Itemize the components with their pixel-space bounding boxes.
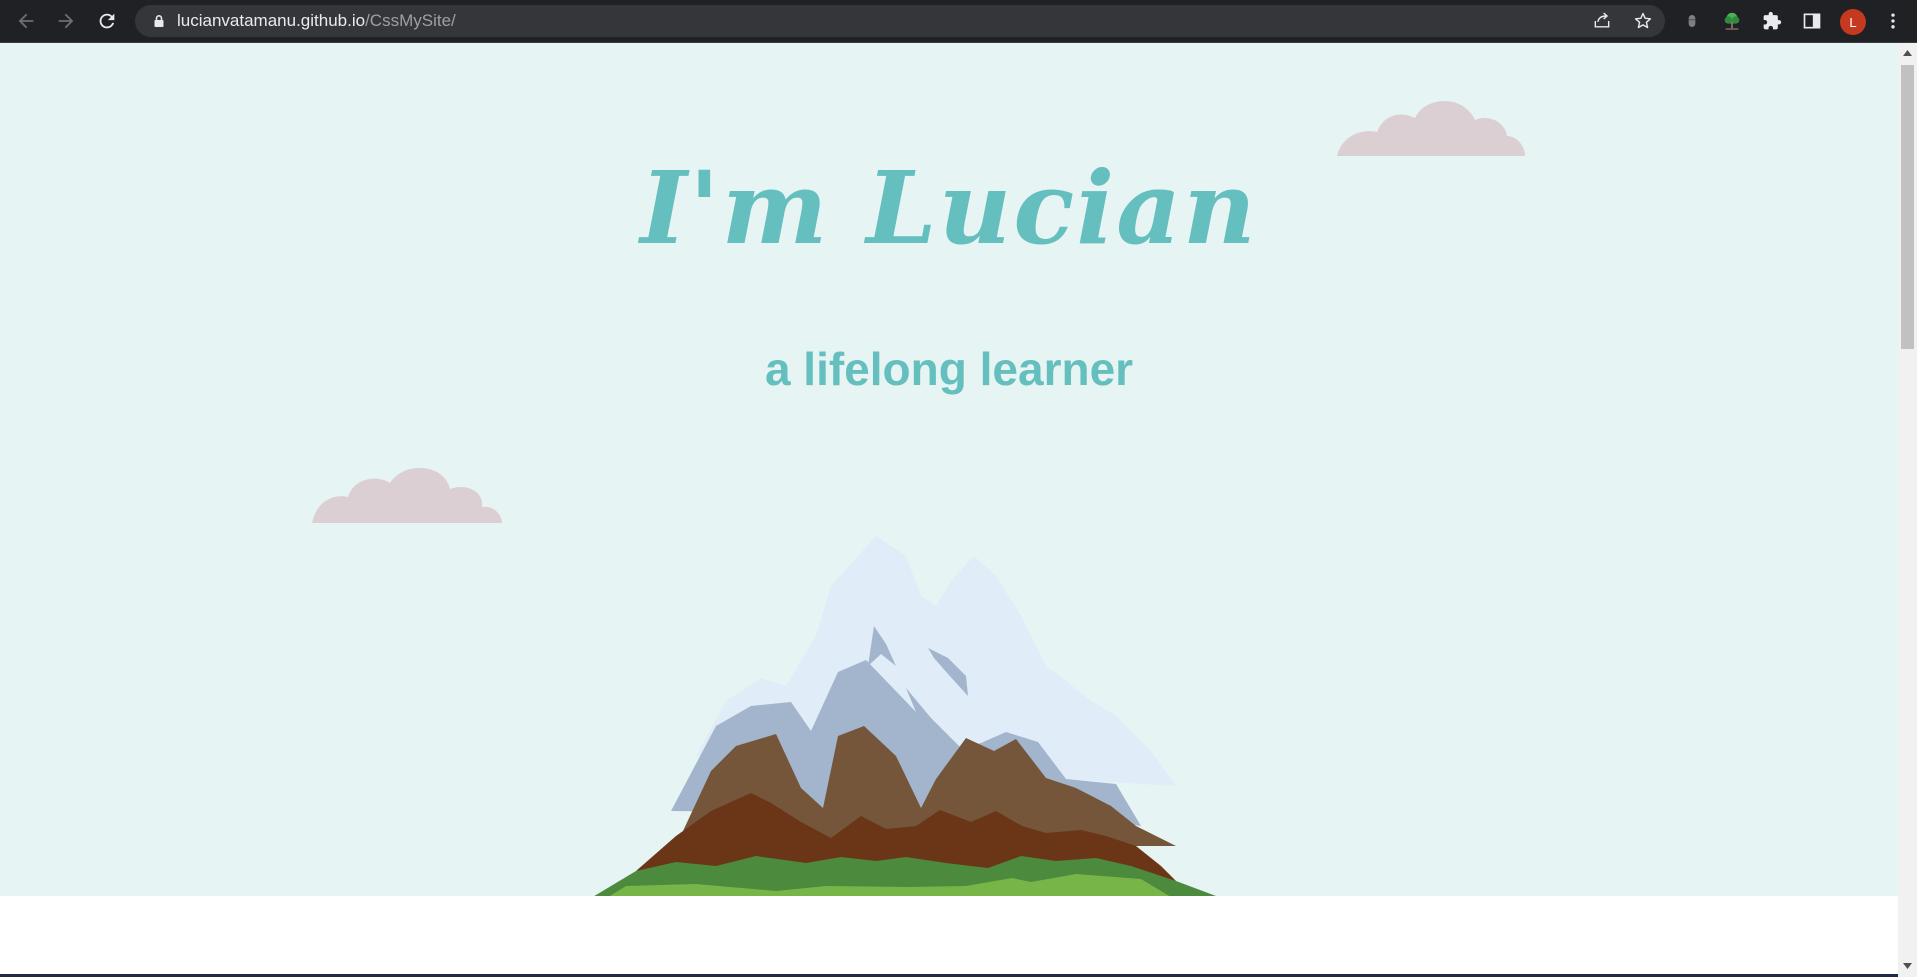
reload-icon[interactable]	[93, 7, 121, 35]
browser-toolbar: lucianvatamanu.github.io/CssMySite/ L	[0, 0, 1917, 43]
share-icon[interactable]	[1591, 10, 1613, 32]
page-scrollbar[interactable]	[1898, 43, 1917, 977]
avatar[interactable]: L	[1840, 9, 1866, 35]
mountain-illustration	[594, 536, 1216, 896]
menu-icon[interactable]	[1881, 9, 1905, 33]
tree-extension-icon[interactable]	[1720, 9, 1744, 33]
scroll-up-icon[interactable]	[1898, 45, 1917, 61]
back-icon[interactable]	[12, 7, 40, 35]
extension-icon[interactable]	[1680, 9, 1704, 33]
scroll-thumb[interactable]	[1901, 65, 1914, 349]
lock-icon[interactable]	[152, 14, 166, 28]
url-path: /CssMySite/	[365, 11, 456, 30]
scroll-down-icon[interactable]	[1898, 958, 1917, 974]
url-host: lucianvatamanu.github.io	[177, 11, 366, 30]
page-viewport: I'm Lucian a lifelong learner	[0, 43, 1898, 977]
forward-icon[interactable]	[52, 7, 80, 35]
hero-section: I'm Lucian a lifelong learner	[0, 43, 1898, 896]
page-title: I'm Lucian	[640, 149, 1258, 267]
address-bar[interactable]: lucianvatamanu.github.io/CssMySite/	[135, 5, 1665, 37]
star-icon[interactable]	[1632, 10, 1654, 32]
url-text[interactable]: lucianvatamanu.github.io/CssMySite/	[177, 11, 456, 31]
puzzle-icon[interactable]	[1760, 9, 1784, 33]
page-subtitle: a lifelong learner	[764, 343, 1134, 395]
side-panel-icon[interactable]	[1800, 9, 1824, 33]
cloud-left	[312, 467, 502, 523]
